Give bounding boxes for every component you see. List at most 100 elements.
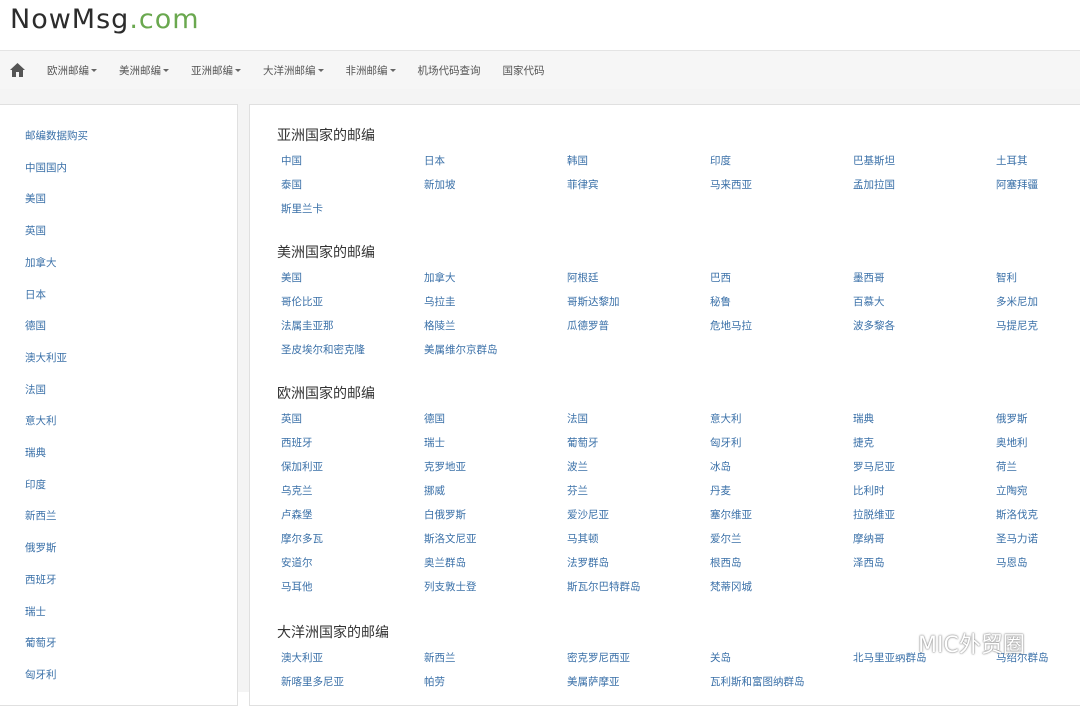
country-link[interactable]: 帕劳 [424,670,567,694]
nav-item[interactable]: 大洋洲邮编 [252,63,335,78]
country-link[interactable]: 新西兰 [424,646,567,670]
sidebar-item[interactable]: 英国 [25,223,46,238]
country-link[interactable]: 罗马尼亚 [853,455,996,479]
country-link[interactable]: 波多黎各 [853,314,996,338]
country-link[interactable]: 挪威 [424,479,567,503]
country-link[interactable]: 澳大利亚 [281,646,424,670]
country-link[interactable]: 斯洛伐克 [996,503,1080,527]
country-link[interactable]: 斯洛文尼亚 [424,527,567,551]
sidebar-item[interactable]: 新西兰 [25,508,57,523]
country-link[interactable]: 瑞士 [424,431,567,455]
sidebar-item[interactable]: 瑞士 [25,604,46,619]
country-link[interactable]: 哥斯达黎加 [567,290,710,314]
nav-item[interactable]: 亚洲邮编 [180,63,252,78]
country-link[interactable]: 关岛 [710,646,853,670]
country-link[interactable]: 梵蒂冈城 [710,575,853,599]
country-link[interactable]: 法国 [567,407,710,431]
home-icon[interactable] [10,62,25,77]
sidebar-item[interactable]: 匈牙利 [25,667,57,682]
country-link[interactable]: 德国 [424,407,567,431]
country-link[interactable]: 秘鲁 [710,290,853,314]
country-link[interactable]: 荷兰 [996,455,1080,479]
sidebar-item[interactable]: 澳大利亚 [25,350,67,365]
country-link[interactable]: 印度 [710,149,853,173]
country-link[interactable]: 根西岛 [710,551,853,575]
country-link[interactable]: 日本 [424,149,567,173]
country-link[interactable]: 匈牙利 [710,431,853,455]
country-link[interactable]: 俄罗斯 [996,407,1080,431]
country-link[interactable]: 泰国 [281,173,424,197]
sidebar-item[interactable]: 葡萄牙 [25,635,57,650]
sidebar-item[interactable]: 意大利 [25,413,57,428]
nav-item[interactable]: 国家代码 [492,63,556,78]
country-link[interactable]: 新喀里多尼亚 [281,670,424,694]
country-link[interactable]: 捷克 [853,431,996,455]
site-logo[interactable]: NowMsg.com [10,4,200,35]
country-link[interactable]: 土耳其 [996,149,1080,173]
sidebar-item[interactable]: 美国 [25,191,46,206]
country-link[interactable]: 中国 [281,149,424,173]
sidebar-item[interactable]: 印度 [25,477,46,492]
sidebar-item[interactable]: 法国 [25,382,46,397]
country-link[interactable]: 意大利 [710,407,853,431]
country-link[interactable]: 美属维尔京群岛 [424,338,567,362]
country-link[interactable]: 美属萨摩亚 [567,670,710,694]
country-link[interactable]: 摩纳哥 [853,527,996,551]
country-link[interactable]: 瑞典 [853,407,996,431]
country-link[interactable]: 泽西岛 [853,551,996,575]
country-link[interactable]: 卢森堡 [281,503,424,527]
country-link[interactable]: 保加利亚 [281,455,424,479]
country-link[interactable]: 西班牙 [281,431,424,455]
country-link[interactable]: 圣马力诺 [996,527,1080,551]
nav-item[interactable]: 美洲邮编 [108,63,180,78]
country-link[interactable]: 马耳他 [281,575,424,599]
sidebar-item[interactable]: 日本 [25,287,46,302]
sidebar-item[interactable]: 德国 [25,318,46,333]
country-link[interactable]: 英国 [281,407,424,431]
country-link[interactable]: 奥地利 [996,431,1080,455]
country-link[interactable]: 菲律宾 [567,173,710,197]
country-link[interactable]: 安道尔 [281,551,424,575]
country-link[interactable]: 立陶宛 [996,479,1080,503]
sidebar-item[interactable]: 瑞典 [25,445,46,460]
country-link[interactable]: 爱沙尼亚 [567,503,710,527]
country-link[interactable]: 新加坡 [424,173,567,197]
country-link[interactable]: 哥伦比亚 [281,290,424,314]
country-link[interactable]: 格陵兰 [424,314,567,338]
country-link[interactable]: 斯里兰卡 [281,197,424,221]
country-link[interactable]: 列支敦士登 [424,575,567,599]
country-link[interactable]: 马来西亚 [710,173,853,197]
country-link[interactable]: 丹麦 [710,479,853,503]
nav-item[interactable]: 欧洲邮编 [36,63,108,78]
sidebar-item[interactable]: 邮编数据购买 [25,128,88,143]
country-link[interactable]: 韩国 [567,149,710,173]
country-link[interactable]: 白俄罗斯 [424,503,567,527]
country-link[interactable]: 法罗群岛 [567,551,710,575]
country-link[interactable]: 爱尔兰 [710,527,853,551]
sidebar-item[interactable]: 西班牙 [25,572,57,587]
country-link[interactable]: 克罗地亚 [424,455,567,479]
country-link[interactable]: 孟加拉国 [853,173,996,197]
country-link[interactable]: 加拿大 [424,266,567,290]
sidebar-item[interactable]: 加拿大 [25,255,57,270]
country-link[interactable]: 拉脱维亚 [853,503,996,527]
nav-item[interactable]: 机场代码查询 [407,63,492,78]
country-link[interactable]: 波兰 [567,455,710,479]
country-link[interactable]: 瓦利斯和富图纳群岛 [710,670,853,694]
country-link[interactable]: 葡萄牙 [567,431,710,455]
country-link[interactable]: 比利时 [853,479,996,503]
country-link[interactable]: 乌拉圭 [424,290,567,314]
country-link[interactable]: 斯瓦尔巴特群岛 [567,575,710,599]
country-link[interactable]: 摩尔多瓦 [281,527,424,551]
country-link[interactable]: 马恩岛 [996,551,1080,575]
country-link[interactable]: 美国 [281,266,424,290]
country-link[interactable]: 乌克兰 [281,479,424,503]
country-link[interactable]: 危地马拉 [710,314,853,338]
country-link[interactable]: 芬兰 [567,479,710,503]
sidebar-item[interactable]: 中国国内 [25,160,67,175]
country-link[interactable]: 智利 [996,266,1080,290]
country-link[interactable]: 塞尔维亚 [710,503,853,527]
country-link[interactable]: 阿根廷 [567,266,710,290]
country-link[interactable]: 马其顿 [567,527,710,551]
country-link[interactable]: 马提尼克 [996,314,1080,338]
